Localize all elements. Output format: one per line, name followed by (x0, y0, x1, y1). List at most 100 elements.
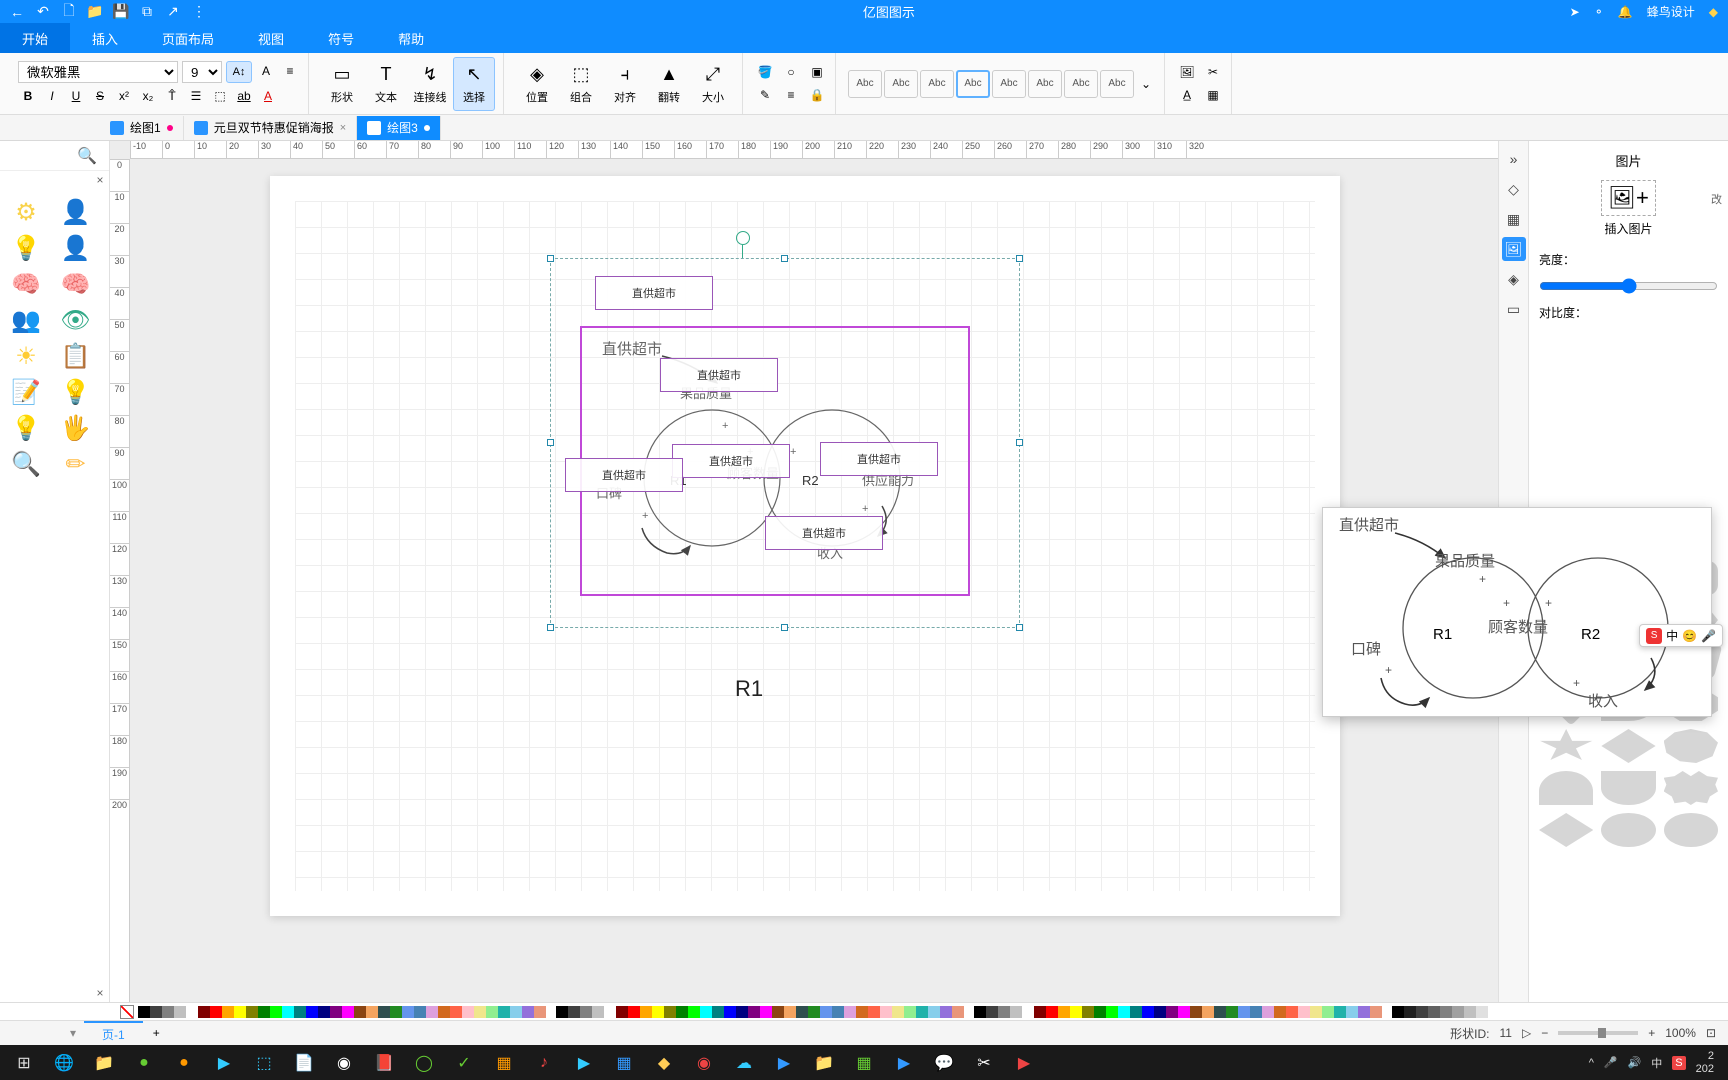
color-swatch[interactable] (198, 1006, 210, 1018)
group-tool[interactable]: ⬚组合 (560, 57, 602, 111)
color-swatch[interactable] (534, 1006, 546, 1018)
color-swatch[interactable] (724, 1006, 736, 1018)
shape-pencil[interactable]: ✏ (58, 449, 94, 479)
size-tool[interactable]: ⤢大小 (692, 57, 734, 111)
color-swatch[interactable] (616, 1006, 628, 1018)
page-menu-icon[interactable]: ▾ (70, 1026, 84, 1040)
color-swatch[interactable] (568, 1006, 580, 1018)
color-swatch[interactable] (904, 1006, 916, 1018)
close-icon[interactable]: × (340, 122, 346, 134)
menu-symbol[interactable]: 符号 (306, 23, 376, 53)
color-swatch[interactable] (760, 1006, 772, 1018)
tray-sogou-icon[interactable]: S (1672, 1056, 1685, 1070)
color-swatch[interactable] (1416, 1006, 1428, 1018)
color-swatch[interactable] (880, 1006, 892, 1018)
app-icon[interactable]: ▶ (766, 1048, 802, 1078)
color-swatch[interactable] (1070, 1006, 1082, 1018)
color-swatch[interactable] (1166, 1006, 1178, 1018)
color-swatch[interactable] (676, 1006, 688, 1018)
effects-icon[interactable]: ▣ (807, 62, 827, 82)
share-icon[interactable]: ⚬ (1594, 5, 1604, 19)
thumb[interactable] (1601, 771, 1655, 805)
underline-icon[interactable]: U (66, 86, 86, 106)
color-swatch[interactable] (234, 1006, 246, 1018)
shape-tool[interactable]: ▭形状 (321, 57, 363, 111)
thumb[interactable] (1664, 813, 1718, 847)
color-swatch[interactable] (1178, 1006, 1190, 1018)
font-family-select[interactable]: 微软雅黑 (18, 61, 178, 83)
italic-icon[interactable]: I (42, 86, 62, 106)
select-tool[interactable]: ↖选择 (453, 57, 495, 111)
color-swatch[interactable] (138, 1006, 150, 1018)
doc-tab-2[interactable]: 绘图3 (357, 116, 441, 140)
style-chip-3[interactable]: Abc (956, 70, 990, 98)
color-swatch[interactable] (1440, 1006, 1452, 1018)
color-swatch[interactable] (1082, 1006, 1094, 1018)
color-swatch[interactable] (892, 1006, 904, 1018)
image-icon[interactable]: 🖼 (1177, 62, 1197, 82)
wechat-icon[interactable]: 💬 (926, 1048, 962, 1078)
color-swatch[interactable] (664, 1006, 676, 1018)
crop-icon[interactable]: ✂ (1203, 62, 1223, 82)
color-swatch[interactable] (556, 1006, 568, 1018)
shape-brain2[interactable]: 🧠 (8, 269, 44, 299)
expand-icon[interactable]: » (1502, 147, 1526, 171)
color-swatch[interactable] (1404, 1006, 1416, 1018)
play-icon[interactable]: ▷ (1522, 1026, 1531, 1040)
box-over-income[interactable]: 直供超市 (765, 516, 883, 550)
zoom-slider[interactable] (1558, 1031, 1638, 1035)
color-swatch[interactable] (1346, 1006, 1358, 1018)
color-swatch[interactable] (1322, 1006, 1334, 1018)
shape-style-icon[interactable]: ○ (781, 62, 801, 82)
color-swatch[interactable] (438, 1006, 450, 1018)
menu-help[interactable]: 帮助 (376, 23, 446, 53)
color-swatch[interactable] (318, 1006, 330, 1018)
text-size-icon[interactable]: A↕ (226, 61, 252, 83)
color-swatch[interactable] (1046, 1006, 1058, 1018)
app-icon[interactable]: ● (126, 1048, 162, 1078)
color-swatch[interactable] (1214, 1006, 1226, 1018)
color-swatch[interactable] (510, 1006, 522, 1018)
undo-icon[interactable]: ↶ (34, 3, 52, 21)
app-icon[interactable]: 📁 (806, 1048, 842, 1078)
color-swatch[interactable] (1452, 1006, 1464, 1018)
style-chip-2[interactable]: Abc (920, 70, 954, 98)
doc-tab-0[interactable]: 绘图1 (100, 116, 184, 140)
color-swatch[interactable] (640, 1006, 652, 1018)
window-icon[interactable]: ⧉ (138, 3, 156, 21)
thumb[interactable] (1664, 771, 1718, 805)
app-icon[interactable]: 📕 (366, 1048, 402, 1078)
box-over-customers[interactable]: 直供超市 (672, 444, 790, 478)
menu-view[interactable]: 视图 (236, 23, 306, 53)
page-icon[interactable]: ▭ (1502, 297, 1526, 321)
fill-color-icon[interactable]: 🪣 (755, 62, 775, 82)
app-icon[interactable]: ✓ (446, 1048, 482, 1078)
color-swatch[interactable] (366, 1006, 378, 1018)
color-swatch[interactable] (1118, 1006, 1130, 1018)
explorer-icon[interactable]: 📁 (86, 1048, 122, 1078)
color-swatch[interactable] (162, 1006, 174, 1018)
style-chip-0[interactable]: Abc (848, 70, 882, 98)
color-swatch[interactable] (856, 1006, 868, 1018)
user-label[interactable]: 蜂鸟设计 (1647, 3, 1695, 20)
text-effects-icon[interactable]: T̂ (162, 86, 182, 106)
thumb[interactable] (1664, 729, 1718, 763)
page-tab-1[interactable]: 页-1 (84, 1021, 143, 1045)
color-swatch[interactable] (1262, 1006, 1274, 1018)
highlight-icon[interactable]: ab (234, 86, 254, 106)
color-swatch[interactable] (378, 1006, 390, 1018)
color-swatch[interactable] (1286, 1006, 1298, 1018)
color-swatch[interactable] (808, 1006, 820, 1018)
color-swatch[interactable] (688, 1006, 700, 1018)
app-icon[interactable]: ⬚ (246, 1048, 282, 1078)
color-swatch[interactable] (1310, 1006, 1322, 1018)
box-over-quality[interactable]: 直供超市 (660, 358, 778, 392)
color-swatch[interactable] (150, 1006, 162, 1018)
color-swatch[interactable] (916, 1006, 928, 1018)
color-swatch[interactable] (306, 1006, 318, 1018)
color-swatch[interactable] (868, 1006, 880, 1018)
tray-ime-icon[interactable]: 中 (1651, 1055, 1662, 1071)
font-color-icon[interactable]: A (258, 86, 278, 106)
box-direct-supermarket[interactable]: 直供超市 (595, 276, 713, 310)
color-swatch[interactable] (186, 1006, 198, 1018)
